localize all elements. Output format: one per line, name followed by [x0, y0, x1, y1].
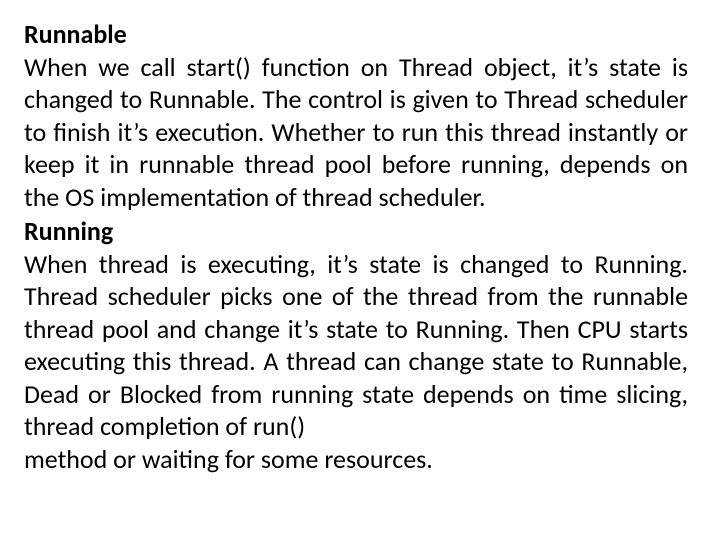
- heading-runnable: Runnable: [24, 16, 688, 51]
- paragraph-runnable: When we call start() function on Thread …: [24, 51, 688, 214]
- heading-running: Running: [24, 213, 688, 248]
- document-page: Runnable When we call start() function o…: [0, 0, 720, 540]
- paragraph-running-part1: When thread is executing, it’s state is …: [24, 248, 688, 443]
- paragraph-running-part2: method or waiting for some resources.: [24, 443, 688, 476]
